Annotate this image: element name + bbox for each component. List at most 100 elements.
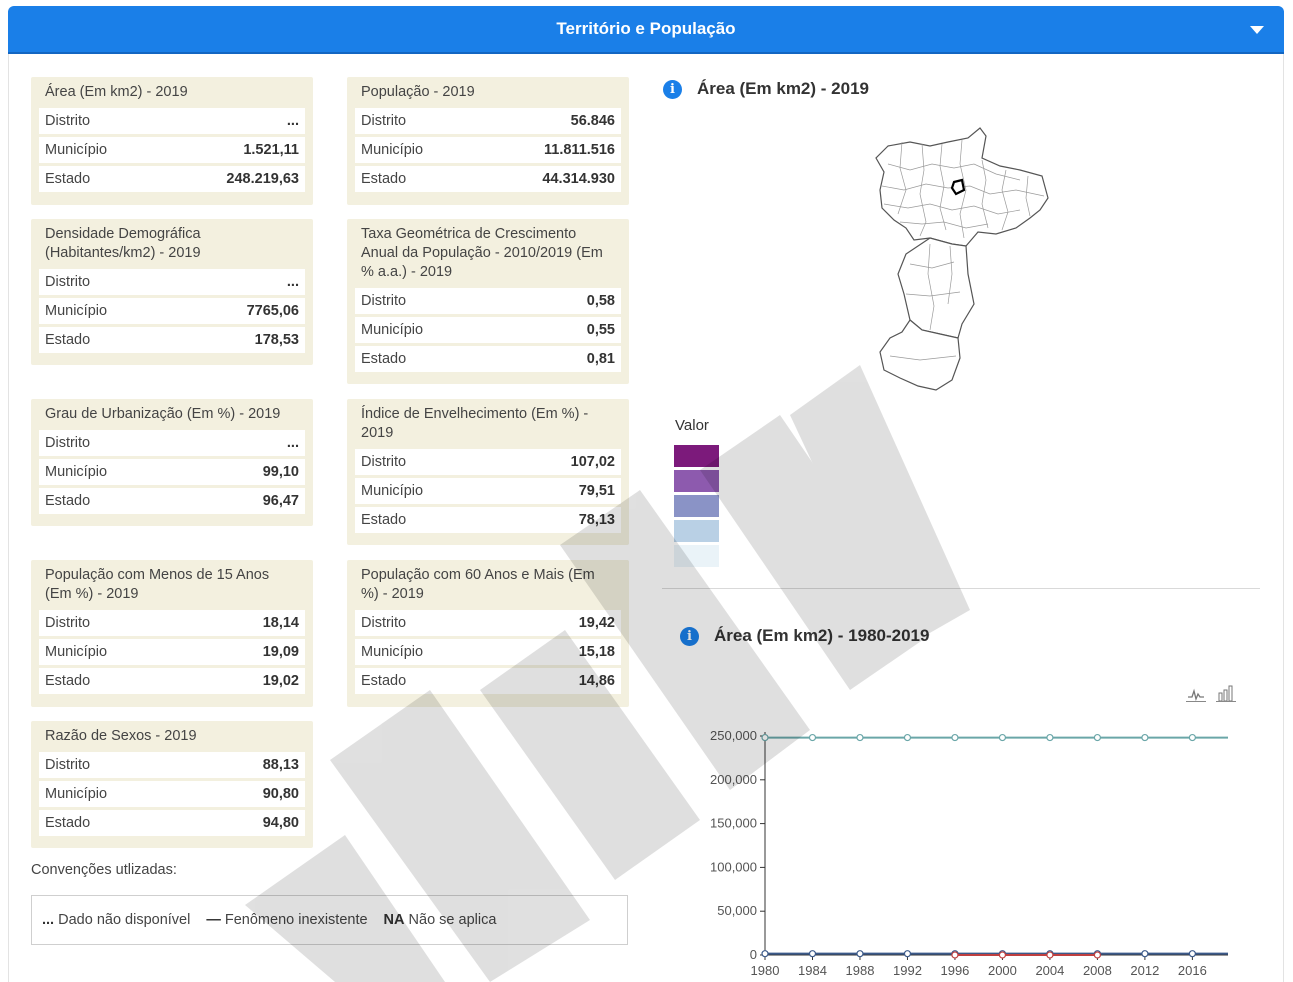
row-label: Estado xyxy=(361,351,407,367)
row-value: 1.521,11 xyxy=(243,142,299,158)
row-value: 11.811.516 xyxy=(544,142,615,158)
info-icon[interactable]: i xyxy=(680,626,699,646)
y-tick-label: 0 xyxy=(750,947,757,962)
row-value: 19,42 xyxy=(578,615,615,631)
data-point xyxy=(1093,733,1102,742)
y-tick-label: 200,000 xyxy=(710,772,757,787)
data-point xyxy=(761,950,769,958)
divider xyxy=(662,588,1260,589)
data-point xyxy=(951,733,959,742)
row-label: Município xyxy=(361,142,424,158)
card-row: Estado 94,80 xyxy=(39,810,305,836)
card-row: Distrito... xyxy=(39,269,305,295)
row-value: 56.846 xyxy=(570,113,615,129)
data-point xyxy=(1188,733,1196,742)
data-point xyxy=(1093,951,1102,959)
row-value: 178,53 xyxy=(254,332,299,348)
card-row: Estado 0,81 xyxy=(355,346,621,372)
legend-title: Valor xyxy=(675,417,709,434)
section-header[interactable]: Território e População xyxy=(8,6,1284,54)
card-row: Estado 248.219,63 xyxy=(39,166,305,192)
indicator-card: Razão de Sexos - 2019 Distrito 88,13 Municí… xyxy=(31,721,313,848)
row-label: Estado xyxy=(45,171,91,187)
chevron-down-icon[interactable] xyxy=(1250,26,1264,34)
row-value: 14,86 xyxy=(578,673,615,689)
row-label: Estado xyxy=(45,673,91,689)
card-title: Razão de Sexos - 2019 xyxy=(45,728,197,744)
info-icon[interactable]: i xyxy=(663,79,682,99)
row-label: Município xyxy=(361,483,424,499)
row-label: Distrito xyxy=(45,274,91,290)
x-tick-label: 1996 xyxy=(940,963,969,978)
row-label: Distrito xyxy=(361,454,407,470)
row-label: Distrito xyxy=(45,615,91,631)
row-value: 78,13 xyxy=(578,512,615,528)
card-title: Índice de Envelhecimento (Em %) - 2019 xyxy=(361,406,589,441)
card-row: Distrito 56.846 xyxy=(355,108,621,134)
row-label: Município xyxy=(45,644,108,660)
data-point xyxy=(951,951,959,959)
row-label: Estado xyxy=(361,512,407,528)
row-value: 0,58 xyxy=(586,293,615,309)
selected-district-outline xyxy=(950,178,966,196)
card-row: Município 1.521,11 xyxy=(39,137,305,163)
row-label: Estado xyxy=(361,171,407,187)
card-row: Distrito... xyxy=(39,430,305,456)
data-point xyxy=(1188,950,1196,958)
row-value: 15,18 xyxy=(578,644,615,660)
card-row: Município 19,09 xyxy=(39,639,305,665)
row-value: 88,13 xyxy=(262,757,299,773)
card-row: Distrito 107,02 xyxy=(355,449,621,475)
row-label: Município xyxy=(45,303,108,319)
legend-swatch xyxy=(674,445,719,467)
row-label: Distrito xyxy=(361,293,407,309)
card-row: Estado 19,02 xyxy=(39,668,305,694)
card-row: Município 7765,06 xyxy=(39,298,305,324)
card-row: Município 11.811.516 xyxy=(355,137,621,163)
row-value: 44.314.930 xyxy=(542,171,615,187)
row-label: Município xyxy=(361,322,424,338)
card-title: Área (Em km2) - 2019 xyxy=(45,84,188,100)
row-label: Município xyxy=(45,786,108,802)
bar-chart-icon[interactable] xyxy=(1216,684,1236,702)
row-value: 96,47 xyxy=(262,493,299,509)
data-point xyxy=(808,950,817,958)
indicator-card: Índice de Envelhecimento (Em %) - 2019 Di… xyxy=(347,399,629,545)
data-point xyxy=(903,733,912,742)
x-tick-label: 2012 xyxy=(1130,963,1159,978)
card-row: Município 0,55 xyxy=(355,317,621,343)
section-title: Território e População xyxy=(556,19,736,38)
x-tick-label: 1980 xyxy=(751,963,780,978)
chart-title-text: Área (Em km2) - 1980-2019 xyxy=(714,626,930,645)
indicator-card: Densidade Demográfica (Habitantes/km2) -… xyxy=(31,219,313,365)
data-point xyxy=(903,950,912,958)
card-row: Distrito 0,58 xyxy=(355,288,621,314)
x-tick-label: 2004 xyxy=(1035,963,1064,978)
district-map[interactable] xyxy=(870,124,1052,396)
indicator-card: Taxa Geométrica de Crescimento Anual da … xyxy=(347,219,629,384)
row-value: ... xyxy=(286,113,299,129)
card-row: Distrito 18,14 xyxy=(39,610,305,636)
card-row: Estado 78,13 xyxy=(355,507,621,533)
data-point xyxy=(808,733,817,742)
row-label: Estado xyxy=(45,815,91,831)
convention-item: — Fenômeno inexistente xyxy=(206,912,368,928)
indicator-card: População com 60 Anos e Mais (Em %) - 20… xyxy=(347,560,629,707)
card-row: Estado 14,86 xyxy=(355,668,621,694)
row-label: Município xyxy=(45,142,108,158)
data-point xyxy=(1046,733,1054,742)
x-tick-label: 1988 xyxy=(846,963,875,978)
x-tick-label: 2008 xyxy=(1083,963,1112,978)
row-label: Distrito xyxy=(45,757,91,773)
row-value: 90,80 xyxy=(262,786,299,802)
row-value: 99,10 xyxy=(262,464,299,480)
row-value: ... xyxy=(286,435,299,451)
x-tick-label: 2000 xyxy=(988,963,1017,978)
line-chart-icon[interactable] xyxy=(1186,684,1206,702)
row-value: ... xyxy=(286,274,299,290)
row-label: Estado xyxy=(361,673,407,689)
indicator-card: Grau de Urbanização (Em %) - 2019 Distrit… xyxy=(31,399,313,526)
row-value: 94,80 xyxy=(262,815,299,831)
data-point xyxy=(856,950,864,958)
data-point xyxy=(1141,950,1149,958)
